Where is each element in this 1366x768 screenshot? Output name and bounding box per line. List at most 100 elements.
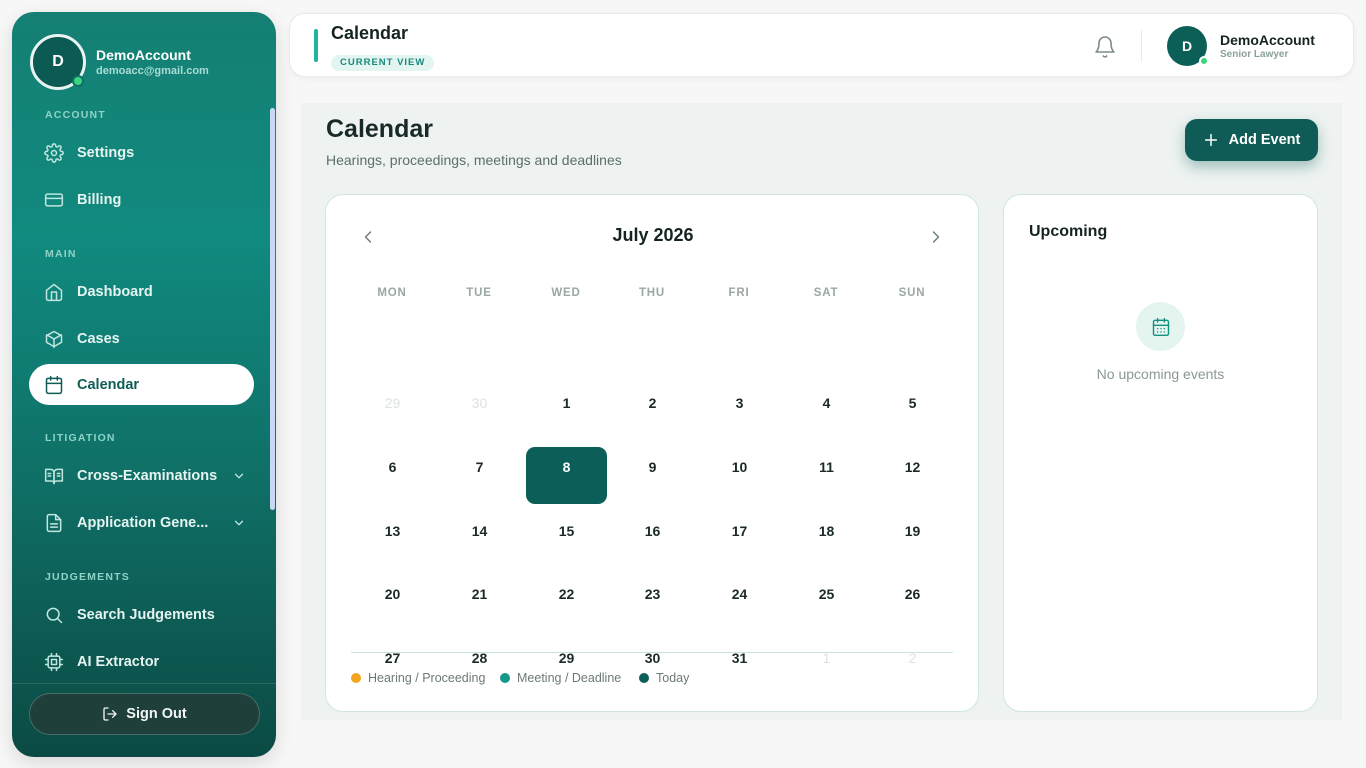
avatar-initial: D [52, 53, 64, 70]
calendar-card: July 2026 MON TUE WED THU FRI SAT SUN 29 30 1 2 3 4… [325, 194, 979, 712]
calendar-day[interactable]: 3 [699, 383, 780, 440]
legend-label: Meeting / Deadline [517, 671, 622, 685]
calendar-day[interactable]: 15 [526, 511, 607, 568]
sidebar-item-cross-examinations[interactable]: Cross-Examinations [29, 455, 254, 496]
section-label-main: MAIN [45, 248, 77, 260]
calendar-day[interactable]: 6 [352, 447, 433, 504]
sidebar-item-label: Cases [77, 330, 120, 347]
calendar-day[interactable]: 17 [699, 511, 780, 568]
calendar-day[interactable]: 14 [439, 511, 520, 568]
calendar-day[interactable]: 22 [526, 574, 607, 631]
calendar-day[interactable]: 18 [786, 511, 867, 568]
sidebar-item-label: Settings [77, 144, 135, 161]
calendar-day[interactable]: 25 [786, 574, 867, 631]
profile-avatar-initial: D [1181, 38, 1193, 54]
profile-avatar[interactable]: D [1167, 26, 1209, 66]
sidebar-item-billing[interactable]: Billing [29, 179, 254, 220]
calendar-day[interactable]: 30 [612, 638, 693, 695]
sign-out-button[interactable]: Sign Out [29, 693, 260, 735]
user-email: demoacc@gmail.com [96, 65, 209, 77]
upcoming-title: Upcoming [1029, 223, 1108, 240]
weekday-label: WED [551, 287, 581, 299]
user-name: DemoAccount [96, 47, 191, 63]
calendar-day[interactable]: 9 [612, 447, 693, 504]
document-icon [46, 513, 62, 532]
calendar-day[interactable]: 4 [786, 383, 867, 440]
sidebar-item-calendar[interactable]: Calendar [29, 364, 254, 405]
search-icon [46, 607, 63, 623]
calendar-day-today[interactable]: 8 [526, 447, 607, 504]
sidebar-item-label: AI Extractor [77, 653, 160, 670]
calendar-day[interactable]: 27 [352, 638, 433, 695]
calendar-day[interactable]: 24 [699, 574, 780, 631]
weekday-label: FRI [728, 287, 750, 299]
sidebar-divider [12, 683, 276, 684]
sidebar-item-settings[interactable]: Settings [29, 132, 254, 173]
add-event-button[interactable]: Add Event [1185, 119, 1318, 161]
sidebar-item-ai-extractor[interactable]: AI Extractor [29, 641, 254, 682]
calendar-day-outside-month[interactable]: 30 [439, 383, 520, 440]
bell-icon[interactable] [1093, 35, 1117, 59]
top-bar: Calendar CURRENT VIEW D DemoAccount Seni… [289, 13, 1354, 77]
calendar-day[interactable]: 11 [786, 447, 867, 504]
upcoming-empty-icon-wrap [1136, 302, 1185, 351]
calendar-day[interactable]: 13 [352, 511, 433, 568]
calendar-day[interactable]: 28 [439, 638, 520, 695]
add-event-label: Add Event [1228, 132, 1301, 148]
calendar-day-outside-month[interactable]: 29 [352, 383, 433, 440]
calendar-day[interactable]: 26 [872, 574, 953, 631]
section-label-judgements: JUDGEMENTS [45, 571, 130, 583]
weekday-label: SAT [813, 287, 839, 299]
box-icon [45, 330, 63, 348]
credit-card-icon [44, 192, 64, 207]
calendar-icon [45, 375, 63, 394]
online-status-dot [72, 75, 84, 87]
calendar-day[interactable]: 2 [612, 383, 693, 440]
calendar-day[interactable]: 19 [872, 511, 953, 568]
calendar-subtitle: Hearings, proceedings, meetings and dead… [326, 152, 622, 168]
calendar-day[interactable]: 1 [526, 383, 607, 440]
current-view-badge: CURRENT VIEW [331, 55, 435, 71]
sidebar-item-search-judgements[interactable]: Search Judgements [29, 594, 254, 635]
weekday-label: MON [377, 287, 407, 299]
calendar-day[interactable]: 12 [872, 447, 953, 504]
calendar-day[interactable]: 16 [612, 511, 693, 568]
book-open-icon [44, 468, 64, 484]
calendar-day[interactable]: 5 [872, 383, 953, 440]
calendar-day[interactable]: 31 [699, 638, 780, 695]
topbar-divider [1141, 30, 1142, 62]
upcoming-empty-text: No upcoming events [1096, 366, 1225, 382]
avatar[interactable]: D [30, 34, 86, 90]
calendar-heading: Calendar [326, 115, 433, 143]
chevron-right-icon[interactable] [926, 227, 946, 247]
chevron-down-icon[interactable] [232, 469, 246, 483]
cpu-icon [44, 652, 64, 671]
plus-icon [1204, 133, 1217, 147]
weekday-label: SUN [898, 287, 926, 299]
calendar-day[interactable]: 10 [699, 447, 780, 504]
title-accent-bar [314, 29, 318, 62]
calendar-day[interactable]: 7 [439, 447, 520, 504]
calendar-day[interactable]: 21 [439, 574, 520, 631]
chevron-down-icon[interactable] [232, 516, 246, 530]
profile-name[interactable]: DemoAccount [1220, 32, 1315, 48]
sidebar-item-application-generator[interactable]: Application Gene... [29, 502, 254, 543]
calendar-day-outside-month[interactable]: 2 [872, 638, 953, 695]
log-out-icon [103, 707, 117, 721]
sidebar-item-label: Application Gene... [77, 514, 209, 531]
section-label-litigation: LITIGATION [45, 432, 116, 444]
calendar-day[interactable]: 20 [352, 574, 433, 631]
legend-divider [351, 652, 953, 653]
sidebar-item-label: Cross-Examinations [77, 467, 218, 484]
sidebar-scrollbar[interactable] [270, 108, 275, 510]
calendar-day-outside-month[interactable]: 1 [786, 638, 867, 695]
sidebar-item-dashboard[interactable]: Dashboard [29, 271, 254, 312]
calendar-day[interactable]: 29 [526, 638, 607, 695]
sidebar-item-cases[interactable]: Cases [29, 318, 254, 359]
section-label-account: ACCOUNT [45, 109, 106, 121]
legend-label: Hearing / Proceeding [368, 671, 486, 685]
weekday-label: THU [638, 287, 666, 299]
calendar-day[interactable]: 23 [612, 574, 693, 631]
legend-dot [351, 673, 361, 683]
legend-label: Today [656, 671, 690, 685]
